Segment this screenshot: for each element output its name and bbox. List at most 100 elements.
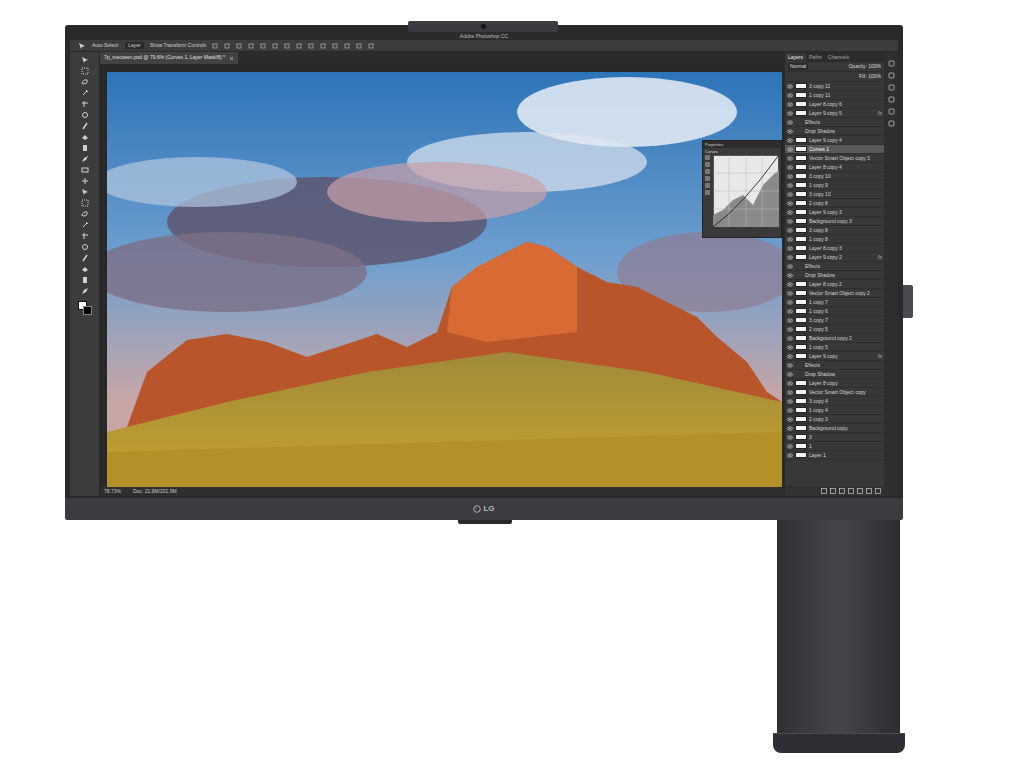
layer-name[interactable]: Layer 8 copy [809,379,838,388]
layer-name[interactable]: Effects [805,118,820,127]
option-item[interactable]: Auto-Select: [92,42,119,50]
layer-name[interactable]: 3 copy 7 [809,316,828,325]
layer-row[interactable]: Background copy 3 [785,217,884,226]
layer-name[interactable]: 3 copy 10 [809,172,831,181]
curve-tool-icon[interactable] [705,169,710,174]
layer-name[interactable]: Background copy 3 [809,217,852,226]
layer-name[interactable]: Drop Shadow [805,370,835,379]
layer-name[interactable]: 1 copy 7 [809,298,828,307]
layer-row[interactable]: 3 copy 10 [785,172,884,181]
layer-row[interactable]: Effects [785,118,884,127]
layer-name[interactable]: Vector Smart Object copy [809,388,866,397]
panel-tab-label[interactable]: Channels [828,54,849,62]
layer-name[interactable]: Layer 8 copy 6 [809,100,842,109]
side-button[interactable] [903,285,913,318]
color-swatches[interactable] [78,301,92,315]
layer-name[interactable]: 2 copy 3 [809,415,828,424]
layer-row[interactable]: Vector Smart Object copy 2 [785,289,884,298]
layer-name[interactable]: 1 copy 6 [809,307,828,316]
layer-row[interactable]: Drop Shadow [785,271,884,280]
layer-name[interactable]: Curves 1 [809,145,829,154]
panel-tab[interactable]: Channels [825,53,852,62]
background-swatch[interactable] [83,306,92,315]
fill-field[interactable]: Fill: 100% [859,73,881,81]
layer-row[interactable]: Vector Smart Object copy 3 [785,154,884,163]
blend-mode-select[interactable]: Normal [788,63,808,71]
opacity-field[interactable]: Opacity: 100% [848,63,881,71]
layer-name[interactable]: Drop Shadow [805,127,835,136]
layer-name[interactable]: Layer 8 copy 2 [809,280,842,289]
layer-row[interactable]: 2 copy 5 [785,325,884,334]
layer-row[interactable]: Layer 8 copy 3 [785,244,884,253]
layer-name[interactable]: 3 copy 8 [809,226,828,235]
layer-name[interactable]: 1 copy 4 [809,406,828,415]
panel-tab-label[interactable]: Paths [809,54,822,62]
layer-row[interactable]: Curves 1 [785,145,884,154]
layer-name[interactable]: Layer 9 copy 5 [809,109,842,118]
layer-row[interactable]: 2 copy 3 [785,415,884,424]
layer-name[interactable]: 1 copy 8 [809,235,828,244]
curve-tool-icon[interactable] [705,183,710,188]
layer-name[interactable]: Layer 9 copy [809,352,838,361]
option-item[interactable]: Layer [125,42,144,50]
layer-name[interactable]: Vector Smart Object copy 3 [809,154,870,163]
layer-row[interactable]: Drop Shadow [785,370,884,379]
option-item[interactable]: Show Transform Controls [150,42,206,50]
layer-row[interactable]: Background copy 2 [785,334,884,343]
layer-row[interactable]: Layer 8 copy [785,379,884,388]
blend-mode[interactable]: Normal [790,63,806,69]
layer-row[interactable]: 1 copy 11 [785,91,884,100]
layer-row[interactable]: 3 copy 7 [785,316,884,325]
layer-name[interactable]: Vector Smart Object copy 2 [809,289,870,298]
layer-row[interactable]: Layer 8 copy 2 [785,280,884,289]
layer-name[interactable]: Background copy 2 [809,334,852,343]
layer-row[interactable]: Layer 9 copy 2fx [785,253,884,262]
layer-name[interactable]: 1 copy 5 [809,343,828,352]
curve-tool-icon[interactable] [705,190,710,195]
layer-row[interactable]: Layer 9 copy 5fx [785,109,884,118]
layer-name[interactable]: Layer 9 copy 4 [809,136,842,145]
panel-tab[interactable]: Paths [806,53,825,62]
layer-name[interactable]: 3 copy 4 [809,397,828,406]
layer-name[interactable]: 1 [809,442,812,451]
layer-row[interactable]: 1 [785,442,884,451]
layer-row[interactable]: Vector Smart Object copy [785,388,884,397]
layer-row[interactable]: Layer 9 copyfx [785,352,884,361]
layer-name[interactable]: Layer 1 [809,451,826,460]
layer-name[interactable]: Background copy [809,424,848,433]
layer-row[interactable]: 1 copy 8 [785,235,884,244]
curve-tool-icon[interactable] [705,155,710,160]
layer-name[interactable]: Effects [805,361,820,370]
layer-name[interactable]: Drop Shadow [805,271,835,280]
layer-row[interactable]: Drop Shadow [785,127,884,136]
layer-name[interactable]: 1 copy 11 [809,91,830,100]
layer-name[interactable]: Layer 9 copy 3 [809,208,842,217]
panel-tab[interactable]: Layers [785,53,806,62]
layer-row[interactable]: Layer 9 copy 3 [785,208,884,217]
layer-row[interactable]: Effects [785,262,884,271]
layer-name[interactable]: Layer 9 copy 2 [809,253,842,262]
layer-name[interactable]: 3 copy 11 [809,82,830,91]
layer-row[interactable]: Layer 1 [785,451,884,460]
layer-row[interactable]: 1 copy 9 [785,181,884,190]
layer-name[interactable]: Layer 8 copy 3 [809,244,842,253]
layer-name[interactable]: 2 copy 5 [809,325,828,334]
layer-row[interactable]: 1 copy 6 [785,307,884,316]
layer-row[interactable]: 3 copy 8 [785,226,884,235]
layer-name[interactable]: 1 copy 9 [809,181,828,190]
curve-tool-icon[interactable] [705,176,710,181]
layer-row[interactable]: 1 copy 7 [785,298,884,307]
layer-name[interactable]: Effects [805,262,820,271]
layer-name[interactable]: Layer 8 copy 4 [809,163,842,172]
layer-row[interactable]: Layer 9 copy 4 [785,136,884,145]
layer-row[interactable]: Effects [785,361,884,370]
panel-tab-label[interactable]: Layers [788,54,803,62]
layer-name[interactable]: 3 [809,433,812,442]
document-tab[interactable]: 7p_mecseen.psd @ 79.6% (Curves 1, Layer … [100,52,238,64]
layer-row[interactable]: 3 [785,433,884,442]
layer-name[interactable]: 2 copy 8 [809,199,828,208]
layer-row[interactable]: Layer 8 copy 6 [785,100,884,109]
layer-row[interactable]: Layer 8 copy 4 [785,163,884,172]
layer-name[interactable]: 3 copy 10 [809,190,831,199]
layer-row[interactable]: 2 copy 8 [785,199,884,208]
